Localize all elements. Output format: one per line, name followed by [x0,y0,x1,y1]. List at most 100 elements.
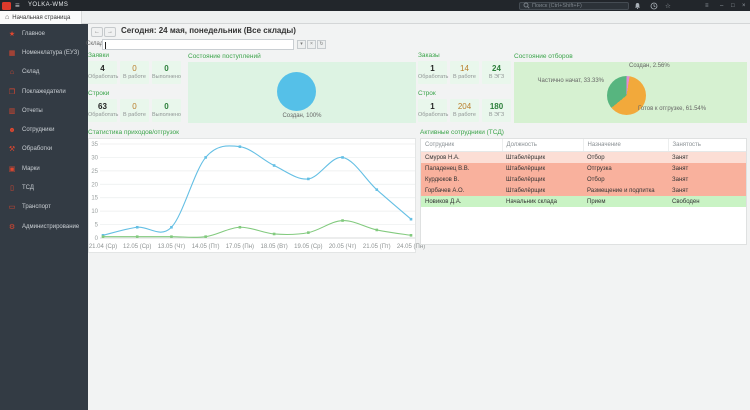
table-cell: Занят [668,163,746,174]
column-header[interactable]: Назначение [583,139,668,152]
sidebar-item[interactable]: ▦ Номенклатура (ЕУЗ) [0,43,88,62]
stat-value: 0 [120,64,149,73]
clear-icon[interactable]: × [307,40,316,49]
stat-value: 1 [418,64,447,73]
global-search-input[interactable]: Поиск (Ctrl+Shift+F) [519,2,629,10]
forward-button[interactable]: → [104,27,116,37]
stat-box[interactable]: 63Обработать [88,99,117,122]
stat-box[interactable]: 4Обработать [88,61,117,84]
favorites-star-icon[interactable]: ☆ [665,0,671,11]
stat-box[interactable]: 0В работе [120,99,149,122]
receipts-panel-title: Состояние поступлений [188,53,261,60]
main-menu-icon[interactable]: ≡ [15,0,20,11]
stat-box[interactable]: 14В работе [450,61,479,84]
receipts-pie-label: Создан, 100% [188,113,416,119]
sidebar-item-label: Отчеты [22,108,43,114]
clock-icon [650,2,658,10]
stats-group: Строки63Обработать0В работе0Выполнено [88,90,184,122]
stat-box[interactable]: 24В ЭГЗ [482,61,511,84]
sidebar-item-label: Номенклатура (ЕУЗ) [22,50,79,56]
column-header[interactable]: Сотрудник [421,139,502,152]
svg-text:20: 20 [91,182,98,188]
stat-box[interactable]: 204В работе [450,99,479,122]
column-header[interactable]: Должность [502,139,583,152]
employees-table-title: Активные сотрудники (ТСД) [420,129,504,136]
sidebar-item[interactable]: ⚙Администрирование [0,217,88,236]
table-cell: Штабелёрщик [502,185,583,196]
stat-box[interactable]: 1Обработать [418,99,447,122]
sidebar-item[interactable]: ⚒Обработки [0,140,88,159]
maximize-icon[interactable]: □ [731,0,735,11]
stats-group-title: Заявки [88,52,184,59]
history-clock-icon[interactable] [650,0,658,11]
svg-text:19.05 (Ср): 19.05 (Ср) [294,244,322,250]
employees-table-header-row: СотрудникДолжностьНазначениеЗанятость [421,139,746,152]
notifications-bell-icon[interactable] [634,0,641,11]
table-cell: Отгрузка [583,163,668,174]
svg-text:30: 30 [91,155,98,161]
employees-table-body: Смуров Н.А.ШтабелёрщикОтборЗанятПаладене… [421,152,746,208]
search-icon [523,2,530,9]
sidebar-item-label: Главное [22,31,45,37]
picks-pie-label-partial: Частично начат, 33.33% [514,78,604,84]
stats-group-title: Строк [418,90,514,97]
stat-label: В работе [450,112,479,118]
close-icon[interactable]: × [742,0,746,11]
stat-value: 204 [450,102,479,111]
stat-label: Обработать [418,74,447,80]
column-header[interactable]: Занятость [668,139,746,152]
stat-label: В ЭГЗ [482,74,511,80]
stat-value: 180 [482,102,511,111]
sidebar-item[interactable]: ▣Марки [0,159,88,178]
window-menu-icon[interactable]: ≡ [705,0,709,11]
sidebar-item-label: Склад [22,69,39,75]
table-cell: Новиков Д.А. [421,196,502,207]
picks-panel-title: Состояние отборов [514,53,573,60]
sidebar-item-label: ТСД [22,185,34,191]
sidebar-item[interactable]: ▯ ТСД [0,178,88,197]
table-row[interactable]: Смуров Н.А.ШтабелёрщикОтборЗанят [421,152,746,164]
picks-pie-label-ready: Готов к отгрузке, 61.54% [638,106,706,112]
stat-box[interactable]: 0В работе [120,61,149,84]
warehouse-input[interactable] [102,39,294,50]
stat-box[interactable]: 0Выполнено [152,99,181,122]
picks-pie-panel: Создан, 2.56% Частично начат, 33.33% Гот… [514,62,747,123]
svg-text:21.04 (Ср): 21.04 (Ср) [89,244,117,250]
back-button[interactable]: ← [91,27,103,37]
minimize-icon[interactable]: – [720,0,723,11]
svg-text:35: 35 [91,142,98,148]
sidebar-item[interactable]: ▭Транспорт [0,198,88,217]
table-row[interactable]: Горбачев А.О.ШтабелёрщикРазмещение и под… [421,185,746,196]
stat-box[interactable]: 0Выполнено [152,61,181,84]
table-row[interactable]: Курдюков В.ШтабелёрщикОтборЗанят [421,174,746,185]
tab-home-page[interactable]: ⌂ Начальная страница [0,11,82,24]
box-icon: ▦ [7,49,17,57]
stats-group-title: Заказы [418,52,514,59]
sidebar-item-label: Поклажедатели [22,89,66,95]
sidebar-item[interactable]: ★Главное [0,24,88,43]
sidebar-item-label: Транспорт [22,204,51,210]
dropdown-icon[interactable]: ▾ [297,40,306,49]
receipts-pie [277,72,316,111]
refresh-icon[interactable]: ↻ [317,40,326,49]
table-cell: Начальник склада [502,196,583,207]
sidebar-item[interactable]: ❒Поклажедатели [0,82,88,101]
sidebar-item[interactable]: ☻Сотрудники [0,120,88,139]
table-row[interactable]: Паладенец В.В.ШтабелёрщикОтгрузкаЗанят [421,163,746,174]
stat-box[interactable]: 180В ЭГЗ [482,99,511,122]
stats-column-right: Заказы 1Обработать14В работе24В ЭГЗ Строк 1… [418,52,514,122]
table-row[interactable]: Новиков Д.А.Начальник складаПриемСвободе… [421,196,746,207]
statistics-line-chart: 0510152025303521.04 (Ср)12.05 (Ср)13.05 … [89,139,415,252]
sidebar-item[interactable]: ▥ Отчеты [0,101,88,120]
stat-value: 4 [88,64,117,73]
stat-label: Выполнено [152,112,181,118]
stat-box[interactable]: 1Обработать [418,61,447,84]
picks-pie-label-created: Создан, 2.56% [629,63,670,69]
table-cell: Горбачев А.О. [421,185,502,196]
tab-bar: ⌂ Начальная страница [0,11,750,24]
report-chart-icon: ▥ [7,107,17,115]
table-cell: Прием [583,196,668,207]
stat-label: В работе [450,74,479,80]
handheld-terminal-icon: ▯ [7,184,17,192]
sidebar-item[interactable]: ⌂Склад [0,63,88,82]
